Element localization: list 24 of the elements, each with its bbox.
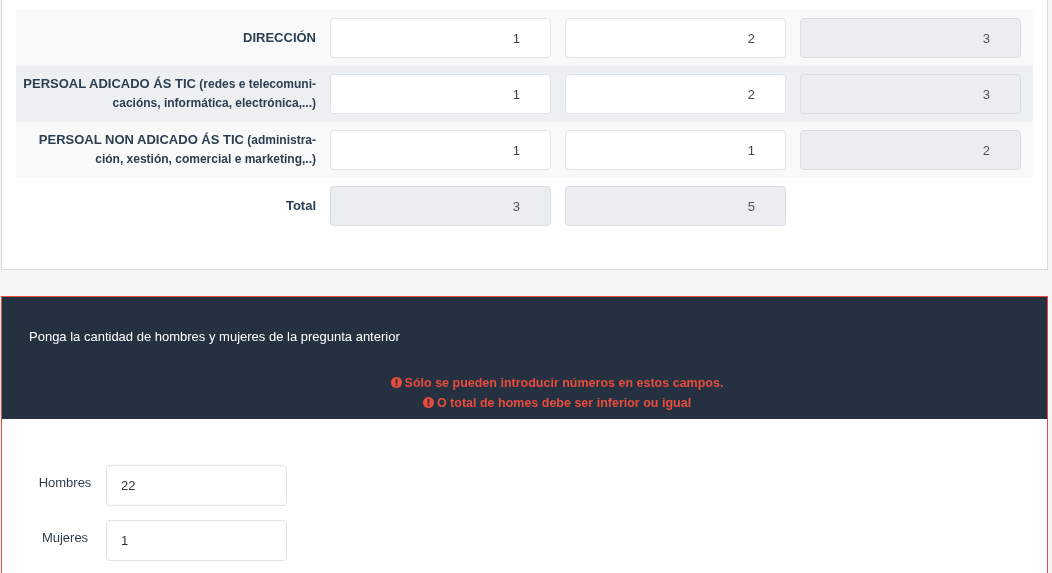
- field-label: Mujeres: [40, 528, 90, 547]
- number-field[interactable]: 1: [565, 130, 786, 170]
- row-label: Total: [284, 196, 317, 215]
- total-field[interactable]: 3: [800, 74, 1021, 114]
- number-field[interactable]: 1: [330, 130, 551, 170]
- question-title: Ponga la cantidad de hombres y mujeres de la pregunta anterior: [29, 328, 401, 346]
- field-label: Hombres: [37, 473, 93, 492]
- error-message: O total de homes debe ser inferior ou igual: [436, 395, 692, 410]
- total-field[interactable]: 2: [800, 130, 1021, 170]
- row-label: PERSOAL ADICADO ÁS TIC (redes e telecomuni-cacións, informática, electrónica,...): [22, 75, 317, 112]
- row-label: PERSOAL NON ADICADO ÁS TIC (administra-ción, xestión, comercial e marketing,..): [37, 131, 317, 168]
- input-field[interactable]: 22: [106, 465, 287, 506]
- alert-icon: [390, 376, 402, 388]
- number-field[interactable]: 2: [565, 74, 786, 114]
- number-field[interactable]: 1: [330, 74, 551, 114]
- total-field[interactable]: 5: [565, 186, 786, 226]
- total-field[interactable]: 3: [330, 186, 551, 226]
- total-field[interactable]: 3: [800, 18, 1021, 58]
- number-field[interactable]: 2: [565, 18, 786, 58]
- number-field[interactable]: 1: [330, 18, 551, 58]
- alert-icon: [422, 396, 434, 408]
- row-label: DIRECCIÓN: [242, 28, 317, 47]
- error-message: Sólo se pueden introducir números en estos campos.: [404, 375, 724, 390]
- input-field[interactable]: 1: [106, 520, 287, 561]
